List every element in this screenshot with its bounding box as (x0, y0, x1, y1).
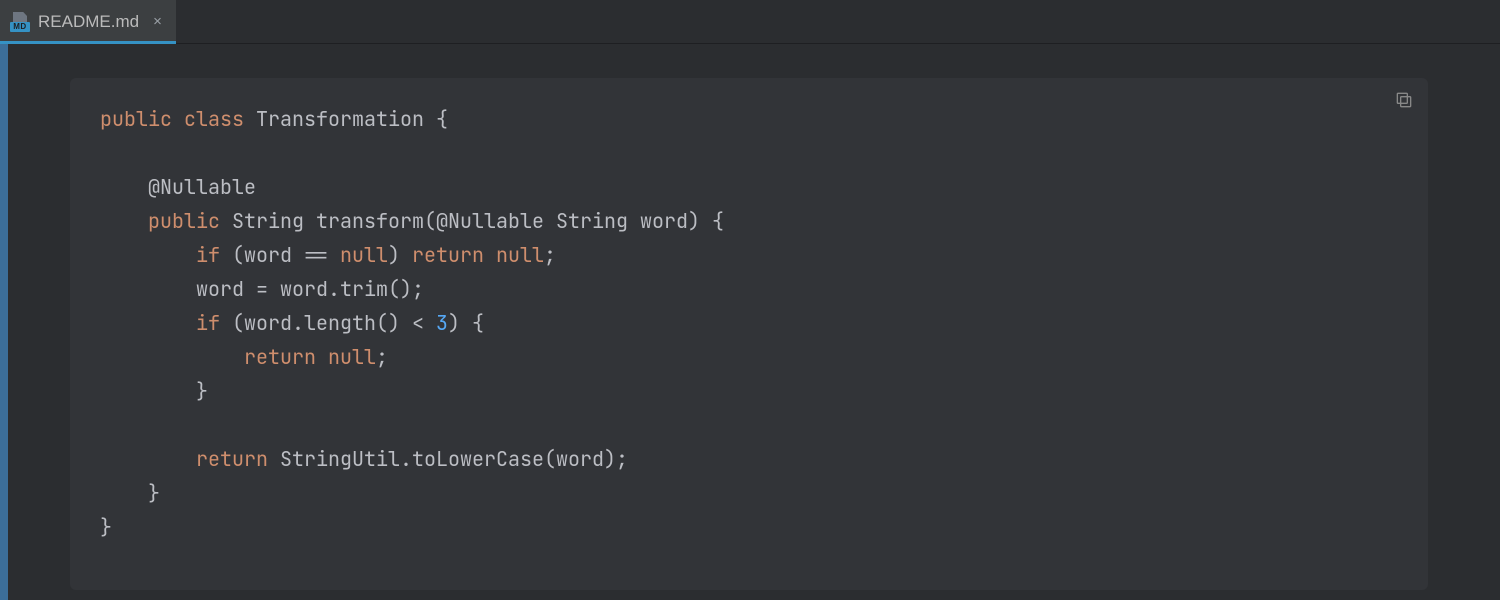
code-content: public class Transformation { @Nullable … (100, 102, 1398, 544)
tab-readme[interactable]: MD README.md × (0, 0, 177, 43)
close-icon[interactable]: × (153, 14, 162, 29)
copy-icon (1394, 90, 1414, 110)
copy-button[interactable] (1394, 90, 1414, 110)
tab-filename: README.md (38, 12, 139, 32)
scrollbar-marker (0, 44, 8, 600)
editor-area: public class Transformation { @Nullable … (0, 44, 1500, 600)
tab-bar: MD README.md × (0, 0, 1500, 44)
code-block[interactable]: public class Transformation { @Nullable … (70, 78, 1428, 590)
markdown-file-icon: MD (10, 12, 30, 32)
